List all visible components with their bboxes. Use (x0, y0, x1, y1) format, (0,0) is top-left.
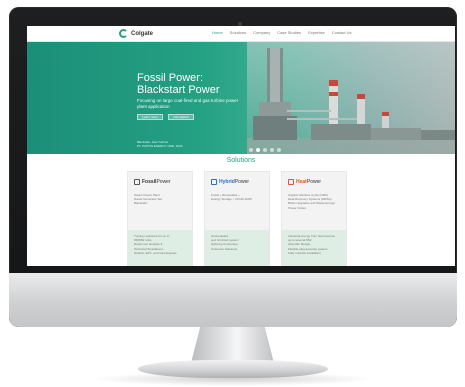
card-title: HeatPower (296, 179, 321, 185)
hero-title-line2: Blackstart Power (137, 84, 220, 96)
card-lower-panel: Industrial energy from heat sources up t… (282, 230, 346, 266)
slider-dot[interactable] (270, 148, 274, 152)
card-upper-text: Fossil + Renewable + Energy Storage > 20… (211, 193, 267, 201)
card-title: FossilPower (142, 179, 171, 185)
card-line: Energy Storage > 20 kW-1MW (211, 197, 252, 202)
slider-dot[interactable] (256, 148, 260, 152)
monitor-chin (9, 273, 457, 327)
heat-power-icon (288, 179, 294, 185)
hero-caption: Blackstart, Gas Turbine PT. PAITON ENERG… (137, 140, 183, 148)
solution-card-fossil-power[interactable]: FossilPower Steam Power Plant Diesel Gen… (127, 171, 193, 266)
card-line: Fully modular installation (288, 250, 322, 255)
nav-item-company[interactable]: Company (253, 30, 270, 35)
slider-dot[interactable] (277, 148, 281, 152)
site-navbar: Colgate Home Solutions Company Case Stud… (27, 26, 455, 42)
hero-caption-line2: PT. PAITON ENERGY ONE, JAVA (137, 144, 183, 148)
hero-title: Fossil Power: Blackstart Power (137, 72, 220, 96)
card-header: FossilPower (134, 179, 171, 185)
card-title-suffix: Power (306, 179, 322, 185)
card-lower-text: Grid-isolated and Grid-tied system Hybri… (211, 234, 267, 251)
card-title: HybridPower (219, 179, 249, 185)
solutions-heading: Solutions (226, 157, 256, 164)
nav-menu: Home Solutions Company Case Studies Expe… (212, 30, 352, 35)
nav-item-contact-us[interactable]: Contact Us (332, 30, 352, 35)
hybrid-power-icon (211, 179, 217, 185)
hero-subtitle: Focusing on large coal-fired and gas tur… (137, 98, 239, 109)
card-lower-text: Turnkey solutions for up to 350MW units,… (134, 234, 190, 255)
card-header: HeatPower (288, 179, 321, 185)
solution-card-hybrid-power[interactable]: HybridPower Fossil + Renewable + Energy … (204, 171, 270, 266)
slider-dots (249, 148, 281, 152)
nav-item-solutions[interactable]: Solutions (230, 30, 246, 35)
get-started-button[interactable]: Get started (168, 114, 194, 120)
hero-buttons: Learn more Get started (137, 114, 194, 120)
learn-more-button[interactable]: Learn more (137, 114, 163, 120)
solution-card-heat-power[interactable]: HeatPower Organic Rankine Cycle (ORC) He… (281, 171, 347, 266)
slider-dot[interactable] (263, 148, 267, 152)
nav-item-home[interactable]: Home (212, 30, 223, 35)
card-line: Power Cortex (288, 205, 307, 210)
card-upper-text: Organic Rankine Cycle (ORC) Heat Recover… (288, 193, 344, 210)
hero-banner: Fossil Power: Blackstart Power Focusing … (27, 42, 455, 154)
hero-title-line1: Fossil Power: (137, 72, 204, 84)
card-title-suffix: Power (156, 179, 171, 185)
card-header: HybridPower (211, 179, 249, 185)
card-line: Blackstart (134, 201, 148, 206)
card-title-prefix: Heat (296, 179, 307, 185)
card-title-prefix: Hybrid (219, 179, 235, 185)
slider-dot[interactable] (249, 148, 253, 152)
monitor-screen: Colgate Home Solutions Company Case Stud… (27, 26, 455, 266)
logo-icon (119, 29, 128, 38)
card-title-prefix: Fossil (142, 179, 157, 185)
card-line: Studies, EPC, and Gas Engines (134, 250, 177, 255)
monitor-stand-base (138, 360, 328, 378)
site-logo[interactable]: Colgate (119, 29, 153, 38)
fossil-power-icon (134, 179, 140, 185)
card-lower-text: Industrial energy from heat sources up t… (288, 234, 344, 255)
card-line: Customer Solutions (211, 246, 238, 251)
card-lower-panel: Grid-isolated and Grid-tied system Hybri… (205, 230, 269, 266)
card-lower-panel: Turnkey solutions for up to 350MW units,… (128, 230, 192, 266)
nav-item-case-studies[interactable]: Case Studies (277, 30, 301, 35)
logo-text: Colgate (131, 30, 154, 37)
card-upper-text: Steam Power Plant Diesel Generator Set B… (134, 193, 190, 206)
card-title-suffix: Power (234, 179, 250, 185)
nav-item-expertise[interactable]: Expertise (308, 30, 325, 35)
